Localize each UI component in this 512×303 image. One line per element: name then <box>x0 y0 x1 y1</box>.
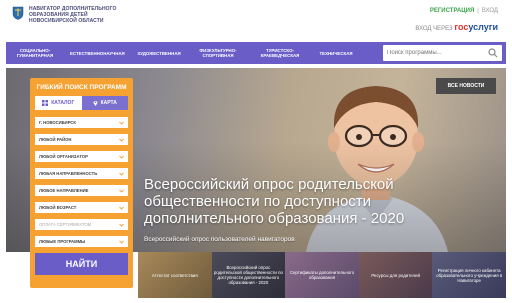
map-tab-label: КАРТА <box>100 100 117 106</box>
select-value: Г. НОВОСИБИРСК <box>39 120 76 125</box>
select-value: ОПЛАТА СЕРТИФИКАТОМ <box>39 222 92 227</box>
tile-certificate[interactable]: Аттестат соответствия <box>138 252 212 298</box>
logo-text: НАВИГАТОР ДОПОЛНИТЕЛЬНОГО ОБРАЗОВАНИЯ ДЕ… <box>29 6 117 24</box>
map-tab[interactable]: КАРТА <box>81 96 128 110</box>
chevron-down-icon <box>119 138 124 142</box>
news-tiles: Аттестат соответствия Всероссийский опро… <box>138 252 506 298</box>
search-icon[interactable] <box>488 48 498 58</box>
gosuslugi-logo: госуслуги <box>454 22 498 32</box>
site-logo[interactable]: НАВИГАТОР ДОПОЛНИТЕЛЬНОГО ОБРАЗОВАНИЯ ДЕ… <box>12 6 117 24</box>
header: НАВИГАТОР ДОПОЛНИТЕЛЬНОГО ОБРАЗОВАНИЯ ДЕ… <box>0 0 512 40</box>
organizer-select[interactable]: ЛЮБОЙ ОРГАНИЗАТОР <box>35 151 128 162</box>
logo-line: НОВОСИБИРСКОЙ ОБЛАСТИ <box>29 18 104 24</box>
login-link[interactable]: ВХОД <box>482 8 498 14</box>
nav-item-natural-science[interactable]: ЕСТЕСТВЕННОНАУЧНАЯ <box>64 51 130 56</box>
filter-title: ГИБКИЙ ПОИСК ПРОГРАММ <box>36 84 127 91</box>
select-value: ЛЮБАЯ НАПРАВЛЕННОСТЬ <box>39 171 98 176</box>
find-button[interactable]: НАЙТИ <box>35 253 128 275</box>
search-filter-panel: ГИБКИЙ ПОИСК ПРОГРАММ КАТАЛОГ КАРТА Г. Н… <box>30 78 133 288</box>
nav-item-sports[interactable]: ФИЗКУЛЬТУРНО- СПОРТИВНАЯ <box>188 48 248 58</box>
tile-label: Всероссийский опрос родительской обществ… <box>213 265 283 285</box>
direction-select[interactable]: ЛЮБОЕ НАПРАВЛЕНИЕ <box>35 185 128 196</box>
tile-label: Сертификаты дополнительного образования <box>289 270 355 280</box>
tile-label: Аттестат соответствия <box>151 272 198 278</box>
select-value: ЛЮБОЙ РАЙОН <box>39 137 72 142</box>
focus-select[interactable]: ЛЮБАЯ НАПРАВЛЕННОСТЬ <box>35 168 128 179</box>
search-input[interactable] <box>383 46 483 60</box>
chevron-down-icon <box>119 240 124 244</box>
chevron-down-icon <box>119 206 124 210</box>
nav-item-tourism[interactable]: ТУРИСТСКО- КРАЕВЕДЧЕСКАЯ <box>248 48 312 58</box>
nav-item-technical[interactable]: ТЕХНИЧЕСКАЯ <box>312 51 360 56</box>
gosuslugi-prefix: ВХОД ЧЕРЕЗ <box>415 26 453 32</box>
tile-org-registration[interactable]: Регистрация личного кабинета образовател… <box>432 252 506 298</box>
hero-title[interactable]: Всероссийский опрос родительской обществ… <box>144 176 474 227</box>
select-value: ЛЮБОЙ ВОЗРАСТ <box>39 205 77 210</box>
chevron-down-icon <box>119 189 124 193</box>
grid-icon <box>42 100 49 106</box>
chevron-down-icon <box>119 172 124 176</box>
tile-parent-resources[interactable]: Ресурсы для родителей <box>358 252 433 298</box>
coat-of-arms-icon <box>12 6 24 20</box>
select-value: ЛЮБОЙ ОРГАНИЗАТОР <box>39 154 88 159</box>
programs-select[interactable]: ЛЮБЫЕ ПРОГРАММЫ <box>35 236 128 247</box>
city-select[interactable]: Г. НОВОСИБИРСК <box>35 117 128 128</box>
tile-label: Ресурсы для родителей <box>371 272 420 278</box>
gosuslugi-uslugi: услуги <box>468 22 498 32</box>
chevron-down-icon <box>119 121 124 125</box>
chevron-down-icon <box>119 155 124 159</box>
view-toggle: КАТАЛОГ КАРТА <box>35 96 128 110</box>
tile-education-certificates[interactable]: Сертификаты дополнительного образования <box>285 252 359 298</box>
auth-separator: | <box>477 8 479 14</box>
age-select[interactable]: ЛЮБОЙ ВОЗРАСТ <box>35 202 128 213</box>
hero-subtitle: Всероссийский опрос пользователей навига… <box>144 236 295 243</box>
district-select[interactable]: ЛЮБОЙ РАЙОН <box>35 134 128 145</box>
certificate-payment-select[interactable]: ОПЛАТА СЕРТИФИКАТОМ <box>35 219 128 230</box>
map-pin-icon <box>93 101 98 106</box>
nav-item-arts[interactable]: ХУДОЖЕСТВЕННАЯ <box>130 51 188 56</box>
gosuslugi-login-link[interactable]: ВХОД ЧЕРЕЗ госуслуги <box>415 22 498 32</box>
search-box <box>383 45 502 61</box>
gosuslugi-gos: гос <box>454 22 469 32</box>
auth-links: РЕГИСТРАЦИЯ | ВХОД <box>430 8 498 14</box>
nav-item-social[interactable]: СОЦИАЛЬНО- ГУМАНИТАРНАЯ <box>6 48 64 58</box>
select-value: ЛЮБОЕ НАПРАВЛЕНИЕ <box>39 188 89 193</box>
select-value: ЛЮБЫЕ ПРОГРАММЫ <box>39 239 86 244</box>
catalog-tab[interactable]: КАТАЛОГ <box>35 96 82 110</box>
chevron-down-icon <box>119 223 124 227</box>
catalog-tab-label: КАТАЛОГ <box>51 100 75 106</box>
tile-survey[interactable]: Всероссийский опрос родительской обществ… <box>211 252 286 298</box>
register-link[interactable]: РЕГИСТРАЦИЯ <box>430 8 474 14</box>
all-news-button[interactable]: ВСЕ НОВОСТИ <box>436 78 496 94</box>
tile-label: Регистрация личного кабинета образовател… <box>436 267 503 283</box>
category-nav: СОЦИАЛЬНО- ГУМАНИТАРНАЯ ЕСТЕСТВЕННОНАУЧН… <box>6 42 506 64</box>
